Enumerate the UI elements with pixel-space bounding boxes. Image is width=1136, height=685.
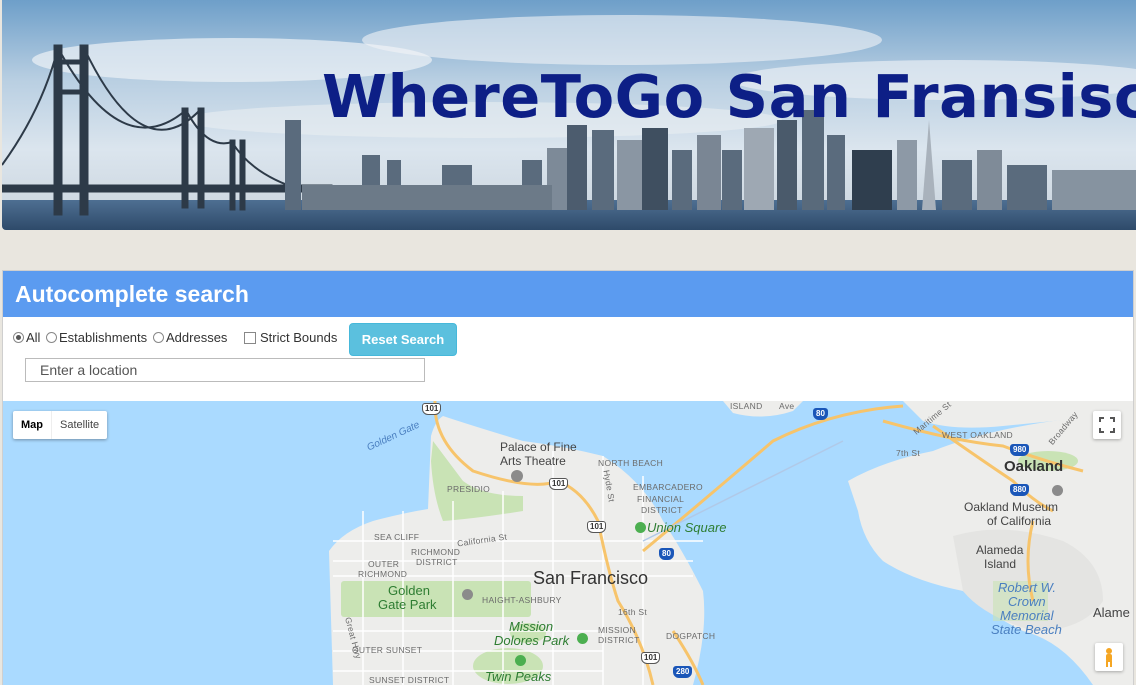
map-type-map-button[interactable]: Map xyxy=(13,411,51,439)
highway-shield-101-north: 101 xyxy=(422,403,442,415)
map-label-golden-gate-park-2: Gate Park xyxy=(378,597,437,612)
filter-addresses-option[interactable]: Addresses xyxy=(153,330,227,345)
filter-establishments-option[interactable]: Establishments xyxy=(46,330,147,345)
map-label-palace-fine-arts-2: Arts Theatre xyxy=(500,454,566,468)
map-label-outer: OUTER xyxy=(368,559,400,569)
oakland-museum-poi-icon[interactable] xyxy=(1052,485,1063,496)
map-label-financial: FINANCIAL xyxy=(637,494,685,504)
map-label-north-beach: NORTH BEACH xyxy=(598,458,664,468)
search-panel: Autocomplete search All Establishments A… xyxy=(2,270,1134,685)
map-label-richmond: RICHMOND xyxy=(411,547,461,557)
map-label-mission: MISSION xyxy=(598,625,636,635)
pegman-icon xyxy=(1106,648,1112,667)
header-banner: WhereToGo San Fransisco xyxy=(2,0,1136,230)
map-label-embarcadero: EMBARCADERO xyxy=(633,482,703,492)
twin-peaks-park-icon[interactable] xyxy=(515,655,526,666)
street-view-pegman-button[interactable] xyxy=(1095,643,1123,671)
map-label-richmond-district: DISTRICT xyxy=(416,557,458,567)
highway-shield-80-b: 80 xyxy=(659,548,674,560)
highway-shield-80-a: 80 xyxy=(813,408,828,420)
map-label-7th-st: 7th St xyxy=(896,448,921,458)
map-label-outer-richmond: RICHMOND xyxy=(358,569,408,579)
radio-addresses[interactable] xyxy=(153,332,164,343)
map-label-sea-cliff: SEA CLIFF xyxy=(374,532,420,542)
map-view[interactable]: Map Satellite Golden Gate Palace of Fine… xyxy=(3,401,1133,685)
map-label-crown-3: Memorial xyxy=(1000,608,1054,623)
map-label-palace-fine-arts: Palace of Fine xyxy=(500,440,577,454)
map-label-alameda-right: Alame xyxy=(1093,605,1130,620)
map-type-satellite-button[interactable]: Satellite xyxy=(51,411,107,439)
map-label-16th-st: 16th St xyxy=(618,607,648,617)
dolores-park-icon[interactable] xyxy=(577,633,588,644)
map-label-dogpatch: DOGPATCH xyxy=(666,631,716,641)
haight-poi-icon[interactable] xyxy=(462,589,473,600)
map-label-island: ISLAND xyxy=(730,401,763,411)
union-square-park-icon[interactable] xyxy=(635,522,646,533)
fullscreen-icon xyxy=(1099,417,1115,433)
map-label-oakland: Oakland xyxy=(1004,458,1064,475)
highway-shield-101-c: 101 xyxy=(641,652,661,664)
highway-shield-101-b: 101 xyxy=(587,521,607,533)
site-title: WhereToGo San Fransisco xyxy=(322,62,1136,131)
panel-title: Autocomplete search xyxy=(3,271,1133,317)
strict-bounds-label: Strict Bounds xyxy=(260,330,338,345)
reset-search-button[interactable]: Reset Search xyxy=(349,323,457,356)
map-label-alameda-island: Island xyxy=(984,557,1017,571)
radio-all[interactable] xyxy=(13,332,24,343)
map-label-presidio: PRESIDIO xyxy=(447,484,491,494)
map-label-mission-dolores: Mission xyxy=(509,619,554,634)
radio-establishments[interactable] xyxy=(46,332,57,343)
map-label-haight-ashbury: HAIGHT-ASHBURY xyxy=(482,595,562,605)
map-label-crown-4: State Beach xyxy=(991,622,1062,637)
map-label-oakland-museum-2: of California xyxy=(987,514,1052,528)
map-label-union-square: Union Square xyxy=(647,520,727,535)
search-controls: All Establishments Addresses Strict Boun… xyxy=(3,317,1133,401)
map-label-san-francisco: San Francisco xyxy=(533,568,649,588)
highway-shield-880: 880 xyxy=(1010,484,1030,496)
map-type-control: Map Satellite xyxy=(13,411,108,439)
map-label-ave: Ave xyxy=(779,401,795,411)
map-label-oakland-museum: Oakland Museum xyxy=(964,500,1059,514)
location-input[interactable] xyxy=(25,358,425,382)
map-label-crown-1: Robert W. xyxy=(998,580,1057,595)
filter-establishments-label: Establishments xyxy=(59,330,148,345)
map-label-west-oakland: WEST OAKLAND xyxy=(942,430,1013,440)
map-label-twin-peaks: Twin Peaks xyxy=(485,669,552,684)
strict-bounds-option[interactable]: Strict Bounds xyxy=(244,330,337,345)
map-label-golden-gate-park: Golden xyxy=(388,583,430,598)
map-label-mission-dolores-park: Dolores Park xyxy=(494,633,570,648)
map-label-financial-district: DISTRICT xyxy=(641,505,683,515)
highway-shield-101-a: 101 xyxy=(549,478,569,490)
map-label-alameda: Alameda xyxy=(976,543,1024,557)
palace-poi-icon[interactable] xyxy=(511,470,523,482)
highway-shield-280: 280 xyxy=(673,666,693,678)
highway-shield-980: 980 xyxy=(1010,444,1030,456)
filter-all-label: All xyxy=(26,330,41,345)
filter-all-option[interactable]: All xyxy=(13,330,40,345)
fullscreen-button[interactable] xyxy=(1093,411,1121,439)
map-label-crown-2: Crown xyxy=(1008,594,1046,609)
strict-bounds-checkbox[interactable] xyxy=(244,331,256,344)
map-label-mission-district: DISTRICT xyxy=(598,635,640,645)
filter-addresses-label: Addresses xyxy=(166,330,228,345)
